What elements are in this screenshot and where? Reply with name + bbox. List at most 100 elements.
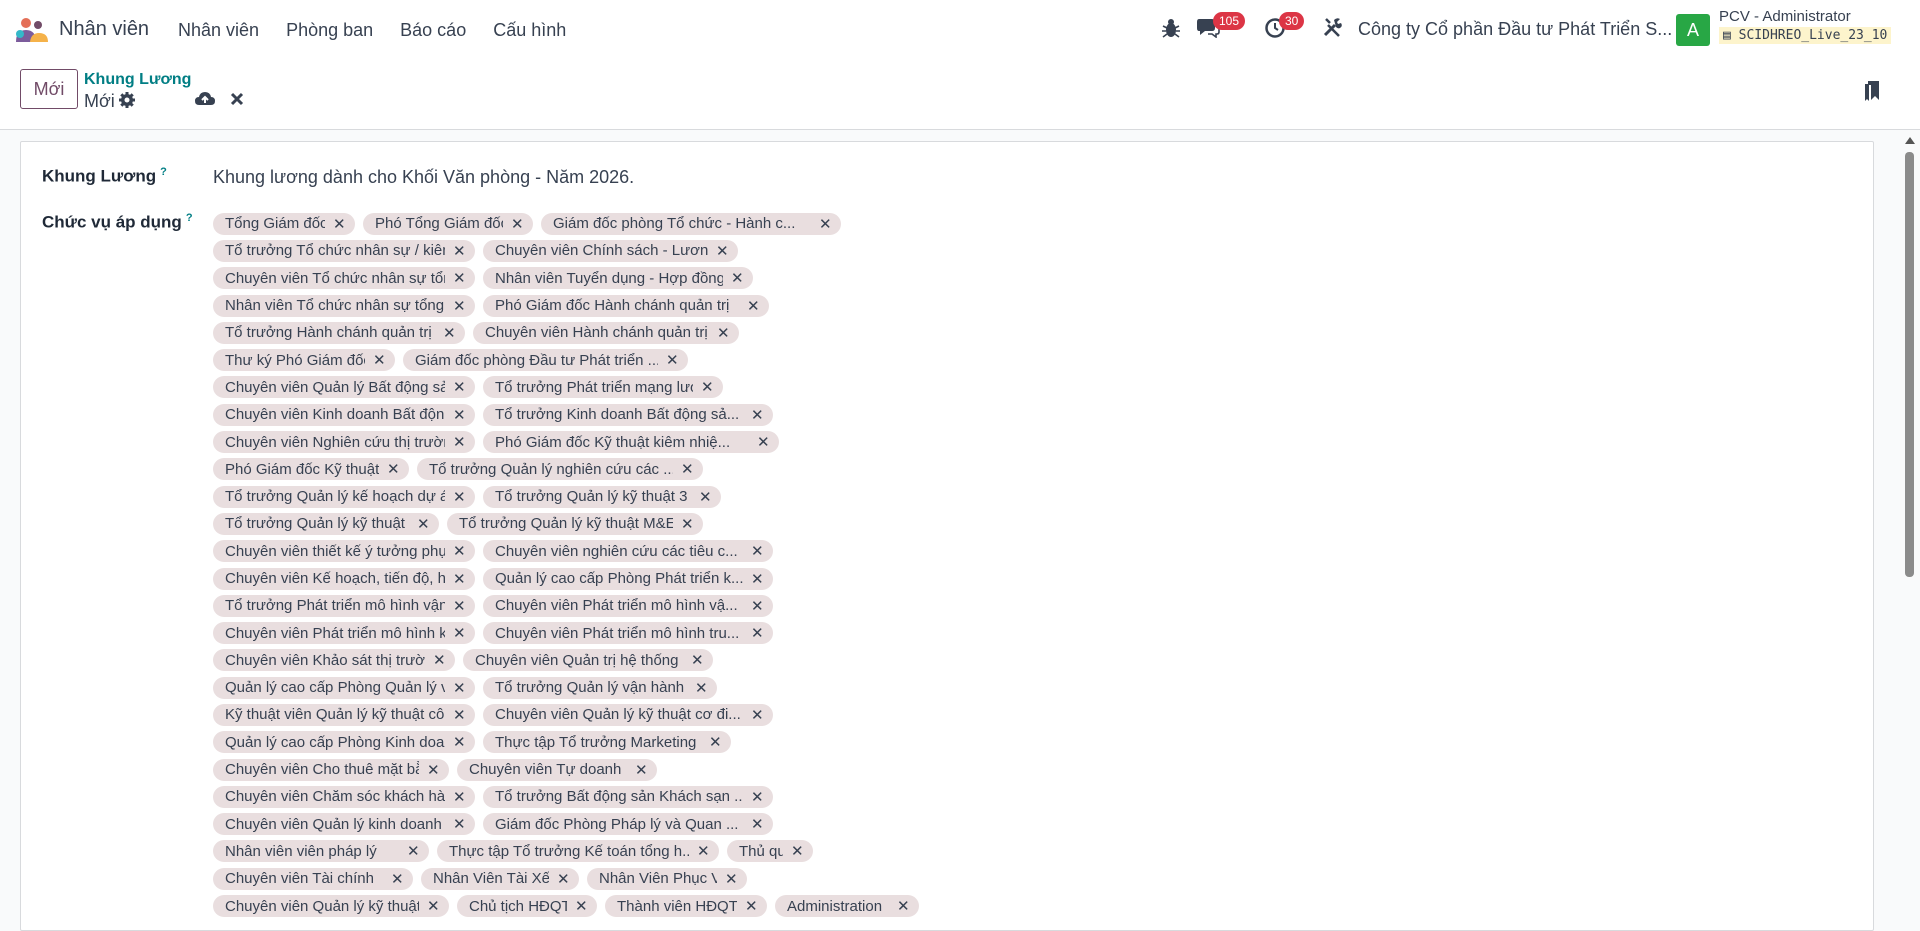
gear-icon[interactable]	[118, 91, 136, 109]
tag-remove-icon[interactable]: ✕	[417, 515, 430, 533]
tag-remove-icon[interactable]: ✕	[751, 406, 764, 424]
position-tag[interactable]: Nhân viên Tuyển dụng - Hợp đồng ✕	[483, 267, 753, 290]
tag-remove-icon[interactable]: ✕	[453, 269, 466, 287]
position-tag[interactable]: Chuyên viên nghiên cứu các tiêu c... ✕	[483, 540, 773, 563]
position-tag[interactable]: Nhân Viên Tài Xế ✕	[421, 867, 579, 890]
tag-remove-icon[interactable]: ✕	[751, 788, 764, 806]
position-tag[interactable]: Chuyên viên Phát triển mô hình vậ... ✕	[483, 594, 773, 617]
new-button[interactable]: Mới	[20, 69, 78, 109]
tag-remove-icon[interactable]: ✕	[666, 351, 679, 369]
tag-remove-icon[interactable]: ✕	[453, 378, 466, 396]
position-tag[interactable]: Thủ quỹ ✕	[727, 840, 813, 863]
position-tag[interactable]: Kỹ thuật viên Quản lý kỹ thuật côn... ✕	[213, 703, 475, 726]
cloud-upload-icon[interactable]	[194, 90, 216, 108]
position-tag[interactable]: Chuyên viên Phát triển mô hình tru... ✕	[483, 622, 773, 645]
tag-remove-icon[interactable]: ✕	[453, 624, 466, 642]
position-tag[interactable]: Chuyên viên Kinh doanh Bất động ... ✕	[213, 403, 475, 426]
tag-remove-icon[interactable]: ✕	[751, 706, 764, 724]
tag-remove-icon[interactable]: ✕	[701, 378, 714, 396]
tag-remove-icon[interactable]: ✕	[453, 242, 466, 260]
user-name[interactable]: PCV - Administrator	[1719, 8, 1851, 25]
salary-frame-name-input[interactable]: Khung lương dành cho Khối Văn phòng - Nă…	[213, 167, 634, 188]
tag-remove-icon[interactable]: ✕	[443, 324, 456, 342]
position-tag[interactable]: Thư ký Phó Giám đốc ✕	[213, 349, 395, 372]
tag-remove-icon[interactable]: ✕	[681, 460, 694, 478]
position-tag[interactable]: Nhân viên Tổ chức nhân sự tổng h... ✕	[213, 294, 475, 317]
position-tag[interactable]: Chuyên viên Nghiên cứu thị trường ✕	[213, 431, 475, 454]
position-tag[interactable]: Giám đốc phòng Đầu tư Phát triển ... ✕	[403, 349, 688, 372]
position-tag[interactable]: Nhân Viên Phục Vụ ✕	[587, 867, 747, 890]
tag-remove-icon[interactable]: ✕	[453, 815, 466, 833]
applied-positions-tags[interactable]: Tổng Giám đốc ✕ Phó Tổng Giám đốc ✕ Giám đốc…	[213, 210, 1713, 920]
position-tag[interactable]: Tổ trưởng Quản lý kỹ thuật 2 ✕	[213, 512, 439, 535]
position-tag[interactable]: Quản lý cao cấp Phòng Phát triển k... ✕	[483, 567, 773, 590]
tag-remove-icon[interactable]: ✕	[757, 433, 770, 451]
tag-remove-icon[interactable]: ✕	[373, 351, 386, 369]
position-tag[interactable]: Thực tập Tổ trưởng Marketing ✕	[483, 731, 731, 754]
position-tag[interactable]: Nhân viên viên pháp lý ✕	[213, 840, 429, 863]
position-tag[interactable]: Thành viên HĐQT ✕	[605, 895, 767, 918]
position-tag[interactable]: Tổ trưởng Bất động sản Khách sạn ... ✕	[483, 785, 773, 808]
tag-remove-icon[interactable]: ✕	[407, 842, 420, 860]
position-tag[interactable]: Chủ tịch HĐQT ✕	[457, 895, 597, 918]
position-tag[interactable]: Chuyên viên Phát triển mô hình kin... ✕	[213, 622, 475, 645]
tag-remove-icon[interactable]: ✕	[717, 324, 730, 342]
close-icon[interactable]	[229, 91, 245, 107]
menu-item-employees[interactable]: Nhân viên	[178, 20, 259, 41]
breadcrumb-parent[interactable]: Khung Lương	[84, 71, 191, 89]
tag-remove-icon[interactable]: ✕	[699, 488, 712, 506]
position-tag[interactable]: Chuyên viên Quản trị hệ thống ✕	[463, 649, 713, 672]
tag-remove-icon[interactable]: ✕	[897, 897, 910, 915]
tag-remove-icon[interactable]: ✕	[557, 870, 570, 888]
app-logo-icon[interactable]	[14, 16, 50, 44]
tag-remove-icon[interactable]: ✕	[791, 842, 804, 860]
position-tag[interactable]: Chuyên viên Hành chánh quản trị ✕	[473, 321, 739, 344]
position-tag[interactable]: Tổ trưởng Quản lý nghiên cứu các ... ✕	[417, 458, 703, 481]
tag-remove-icon[interactable]: ✕	[453, 433, 466, 451]
position-tag[interactable]: Phó Giám đốc Kỹ thuật kiêm nhiệ... ✕	[483, 431, 779, 454]
position-tag[interactable]: Chuyên viên Cho thuê mặt bằng ✕	[213, 758, 449, 781]
tag-remove-icon[interactable]: ✕	[691, 651, 704, 669]
tag-remove-icon[interactable]: ✕	[751, 815, 764, 833]
help-tooltip-icon[interactable]: ?	[160, 166, 167, 178]
bug-icon[interactable]	[1161, 17, 1181, 39]
position-tag[interactable]: Administration ✕	[775, 895, 919, 918]
position-tag[interactable]: Tổ trưởng Quản lý kế hoạch dự án ✕	[213, 485, 475, 508]
position-tag[interactable]: Tổ trưởng Quản lý kỹ thuật M&E ✕	[447, 512, 703, 535]
position-tag[interactable]: Giám đốc Phòng Pháp lý và Quan ... ✕	[483, 813, 773, 836]
position-tag[interactable]: Tổ trưởng Hành chánh quản trị ✕	[213, 321, 465, 344]
tag-remove-icon[interactable]: ✕	[453, 679, 466, 697]
position-tag[interactable]: Chuyên viên thiết kế ý tưởng phục ... ✕	[213, 540, 475, 563]
tag-remove-icon[interactable]: ✕	[716, 242, 729, 260]
position-tag[interactable]: Chuyên viên Quản lý Bất động sản ✕	[213, 376, 475, 399]
position-tag[interactable]: Chuyên viên Kế hoạch, tiến độ, hợ... ✕	[213, 567, 475, 590]
activities-button[interactable]: 30	[1264, 12, 1308, 42]
tag-remove-icon[interactable]: ✕	[819, 215, 832, 233]
tools-icon[interactable]	[1322, 16, 1344, 38]
tag-remove-icon[interactable]: ✕	[453, 570, 466, 588]
position-tag[interactable]: Quản lý cao cấp Phòng Quản lý vậ... ✕	[213, 676, 475, 699]
tag-remove-icon[interactable]: ✕	[681, 515, 694, 533]
tag-remove-icon[interactable]: ✕	[745, 897, 758, 915]
position-tag[interactable]: Tổng Giám đốc ✕	[213, 212, 355, 235]
position-tag[interactable]: Quản lý cao cấp Phòng Kinh doanh... ✕	[213, 731, 475, 754]
tag-remove-icon[interactable]: ✕	[731, 269, 744, 287]
tag-remove-icon[interactable]: ✕	[427, 761, 440, 779]
tag-remove-icon[interactable]: ✕	[695, 679, 708, 697]
position-tag[interactable]: Chuyên viên Quản lý kỹ thuật ✕	[213, 895, 449, 918]
tag-remove-icon[interactable]: ✕	[751, 542, 764, 560]
position-tag[interactable]: Chuyên viên Quản lý kinh doanh k... ✕	[213, 813, 475, 836]
tag-remove-icon[interactable]: ✕	[453, 706, 466, 724]
tag-remove-icon[interactable]: ✕	[747, 297, 760, 315]
tag-remove-icon[interactable]: ✕	[453, 406, 466, 424]
position-tag[interactable]: Phó Giám đốc Hành chánh quản trị ✕	[483, 294, 769, 317]
tag-remove-icon[interactable]: ✕	[453, 542, 466, 560]
tag-remove-icon[interactable]: ✕	[453, 788, 466, 806]
position-tag[interactable]: Phó Tổng Giám đốc ✕	[363, 212, 533, 235]
position-tag[interactable]: Phó Giám đốc Kỹ thuật ✕	[213, 458, 409, 481]
position-tag[interactable]: Tổ trưởng Quản lý vận hành ✕	[483, 676, 717, 699]
tag-remove-icon[interactable]: ✕	[387, 460, 400, 478]
position-tag[interactable]: Chuyên viên Tổ chức nhân sự tổng ... ✕	[213, 267, 475, 290]
tag-remove-icon[interactable]: ✕	[453, 597, 466, 615]
tag-remove-icon[interactable]: ✕	[427, 897, 440, 915]
